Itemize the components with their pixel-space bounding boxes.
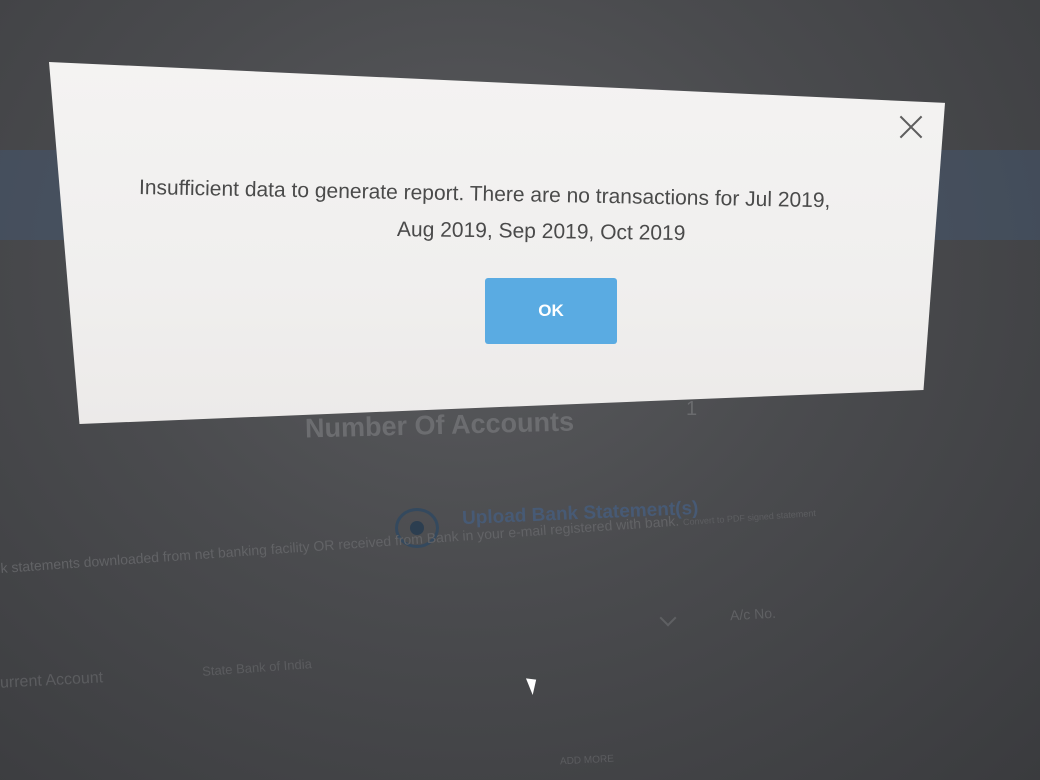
number-of-accounts-select[interactable]: 1 — [686, 398, 697, 421]
ok-button[interactable]: OK — [485, 278, 617, 344]
bank-name-field[interactable]: State Bank of India — [202, 656, 313, 679]
account-type-field[interactable]: urrent Account — [0, 669, 104, 692]
account-number-field[interactable]: A/c No. — [730, 605, 777, 623]
chevron-down-icon[interactable] — [659, 609, 677, 627]
upload-description-text: k statements downloaded from net banking… — [0, 512, 680, 576]
upload-description-tail: Convert to PDF signed statement — [682, 507, 817, 528]
add-more-link[interactable]: ADD MORE — [560, 754, 614, 768]
dialog-message-line2: Aug 2019, Sep 2019, Oct 2019 — [396, 218, 686, 246]
close-icon[interactable] — [898, 114, 924, 140]
